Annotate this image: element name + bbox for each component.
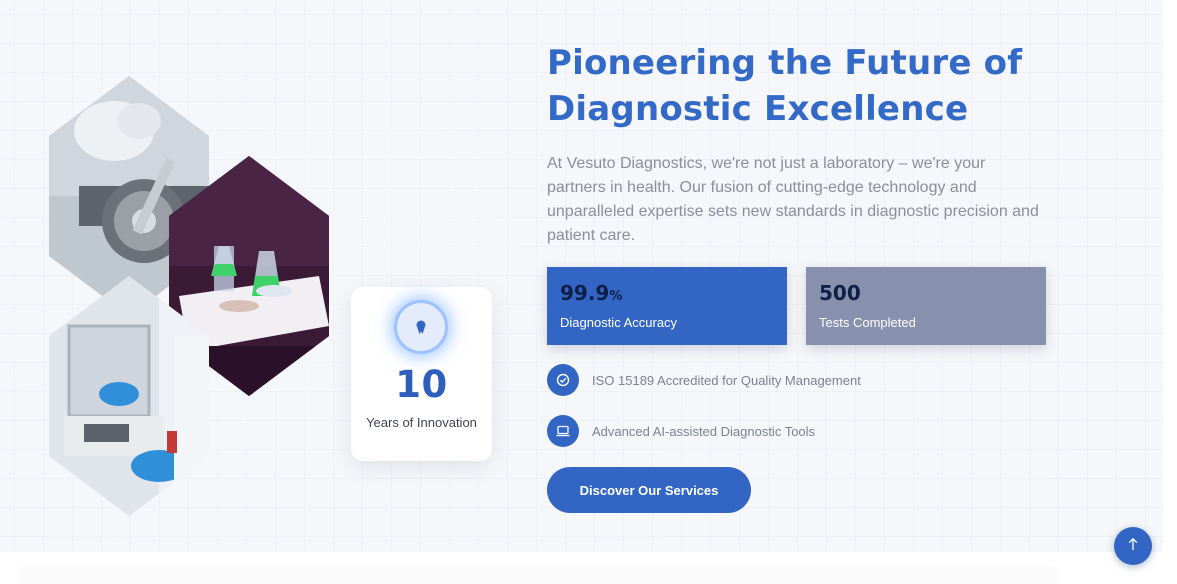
feature-item-iso: ISO 15189 Accredited for Quality Managem… [547,364,1047,396]
scroll-to-top-button[interactable] [1114,527,1152,565]
stat-value: 99.9% [560,281,623,305]
stat-tests: 500 Tests Completed [806,267,1046,345]
stats-row: 99.9% Diagnostic Accuracy 500 Tests Comp… [547,267,1047,345]
discover-services-button[interactable]: Discover Our Services [547,467,751,513]
laptop-icon [547,415,579,447]
stat-value: 500 [819,281,861,305]
next-section-edge [0,552,1177,584]
about-content: Pioneering the Future of Diagnostic Exce… [547,40,1067,513]
intro-paragraph: At Vesuto Diagnostics, we're not just a … [547,155,1039,244]
award-icon [397,303,445,351]
check-circle-icon [547,364,579,396]
years-value: 10 [395,363,448,406]
feature-text: Advanced AI-assisted Diagnostic Tools [592,423,816,439]
stat-label: Diagnostic Accuracy [560,315,678,330]
years-label: Years of Innovation [366,415,477,430]
stat-accuracy: 99.9% Diagnostic Accuracy [547,267,787,345]
scrollbar-track [1163,0,1177,584]
arrow-up-icon [1127,537,1139,556]
headline-line-1: Pioneering the Future of [547,43,1023,83]
page-title: Pioneering the Future of Diagnostic Exce… [547,40,1067,132]
stat-label: Tests Completed [819,315,916,330]
years-of-innovation-card: 10 Years of Innovation [351,287,492,461]
feature-text: ISO 15189 Accredited for Quality Managem… [592,372,861,388]
headline-line-2: Diagnostic Excellence [547,89,969,129]
feature-item-ai: Advanced AI-assisted Diagnostic Tools [547,415,1047,447]
